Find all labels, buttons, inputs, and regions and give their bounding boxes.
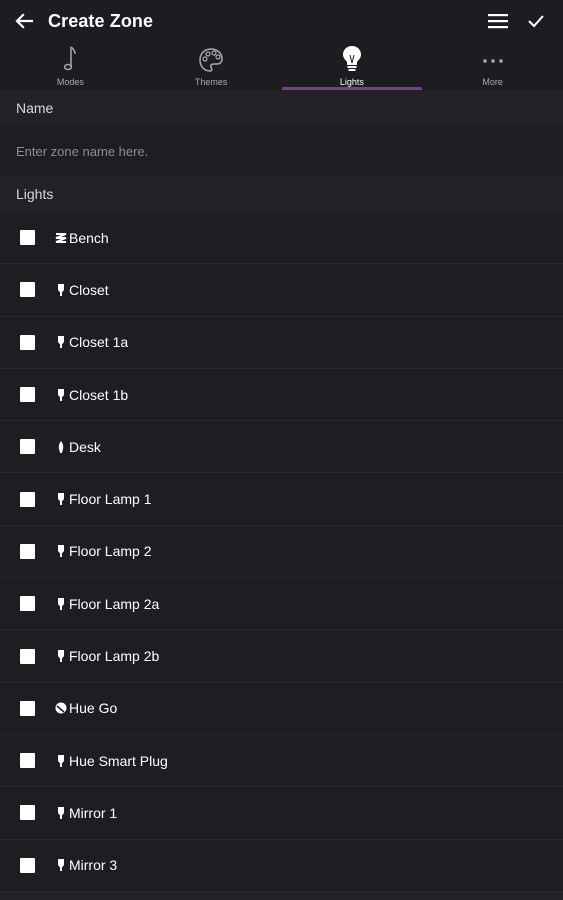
lights-list: Bench Closet Closet 1a Closet 1b Desk Fl	[0, 212, 563, 892]
bulb-icon	[55, 387, 67, 403]
candle-bulb-icon	[55, 439, 67, 455]
confirm-button[interactable]	[517, 0, 555, 42]
checkmark-icon	[528, 15, 544, 28]
hamburger-menu-icon	[488, 14, 508, 29]
light-row-hue-go[interactable]: Hue Go	[0, 683, 563, 735]
name-section-header: Name	[0, 90, 563, 126]
light-row-hue-smart-plug[interactable]: Hue Smart Plug	[0, 735, 563, 788]
zone-name-input[interactable]	[0, 125, 563, 177]
name-input-row	[0, 125, 563, 177]
back-button[interactable]	[0, 0, 48, 42]
light-checkbox[interactable]	[20, 491, 35, 507]
bulb-icon	[55, 596, 67, 612]
light-checkbox[interactable]	[20, 648, 35, 664]
light-label: Hue Smart Plug	[69, 752, 168, 769]
light-row-floor-lamp-2a[interactable]: Floor Lamp 2a	[0, 578, 563, 631]
menu-button[interactable]	[479, 0, 517, 42]
light-checkbox[interactable]	[20, 543, 35, 559]
light-bulb-icon	[342, 46, 361, 71]
light-row-closet-1b[interactable]: Closet 1b	[0, 369, 563, 422]
bulb-icon	[55, 753, 67, 769]
bulb-icon	[55, 857, 67, 873]
light-checkbox[interactable]	[20, 596, 35, 612]
more-dots-icon	[482, 59, 503, 63]
lights-section-header: Lights	[0, 176, 563, 212]
tab-lights[interactable]: Lights	[281, 42, 423, 90]
light-label: Floor Lamp 2	[69, 543, 152, 560]
light-row-desk[interactable]: Desk	[0, 421, 563, 474]
bulb-icon	[55, 282, 67, 298]
page-title: Create Zone	[48, 10, 154, 31]
bulb-icon	[55, 805, 67, 821]
light-checkbox[interactable]	[20, 700, 35, 716]
light-label: Desk	[69, 438, 101, 455]
bulb-icon	[55, 491, 67, 507]
light-checkbox[interactable]	[20, 753, 35, 769]
arrow-left-icon	[15, 13, 33, 29]
light-label: Mirror 3	[69, 857, 118, 874]
light-label: Floor Lamp 2b	[69, 648, 160, 665]
palette-icon	[199, 48, 223, 72]
light-label: Floor Lamp 1	[69, 491, 152, 508]
light-row-mirror-1[interactable]: Mirror 1	[0, 787, 563, 840]
light-label: Closet	[69, 281, 109, 298]
lightstrip-icon	[55, 230, 67, 246]
light-row-floor-lamp-2[interactable]: Floor Lamp 2	[0, 526, 563, 579]
bulb-icon	[55, 543, 67, 559]
tab-themes[interactable]: Themes	[141, 42, 282, 90]
tab-lights-label: Lights	[339, 77, 364, 87]
tab-modes[interactable]: Modes	[0, 42, 141, 90]
light-row-floor-lamp-2b[interactable]: Floor Lamp 2b	[0, 630, 563, 683]
tab-themes-label: Themes	[194, 77, 228, 87]
light-checkbox[interactable]	[20, 282, 35, 298]
light-row-bench[interactable]: Bench	[0, 212, 563, 265]
hue-go-icon	[55, 700, 67, 716]
tab-more[interactable]: More	[422, 42, 563, 90]
bulb-icon	[55, 648, 67, 664]
light-checkbox[interactable]	[20, 230, 35, 246]
light-checkbox[interactable]	[20, 805, 35, 821]
tab-more-label: More	[482, 77, 503, 87]
light-label: Hue Go	[69, 700, 118, 717]
light-row-mirror-3[interactable]: Mirror 3	[0, 840, 563, 892]
music-note-icon	[64, 46, 77, 71]
tab-modes-label: Modes	[56, 77, 84, 87]
light-row-closet-1a[interactable]: Closet 1a	[0, 317, 563, 369]
light-label: Closet 1a	[69, 334, 129, 351]
light-row-closet[interactable]: Closet	[0, 264, 563, 317]
light-label: Closet 1b	[69, 386, 129, 403]
light-checkbox[interactable]	[20, 334, 35, 350]
light-label: Floor Lamp 2a	[69, 595, 160, 612]
light-checkbox[interactable]	[20, 387, 35, 403]
light-checkbox[interactable]	[20, 439, 35, 455]
bulb-icon	[55, 334, 67, 350]
light-label: Bench	[69, 229, 109, 246]
light-row-floor-lamp-1[interactable]: Floor Lamp 1	[0, 473, 563, 526]
tab-bar: Modes Themes Lights More	[0, 42, 563, 90]
app-bar: Create Zone	[0, 0, 563, 42]
light-label: Mirror 1	[69, 804, 118, 821]
light-checkbox[interactable]	[20, 857, 35, 873]
